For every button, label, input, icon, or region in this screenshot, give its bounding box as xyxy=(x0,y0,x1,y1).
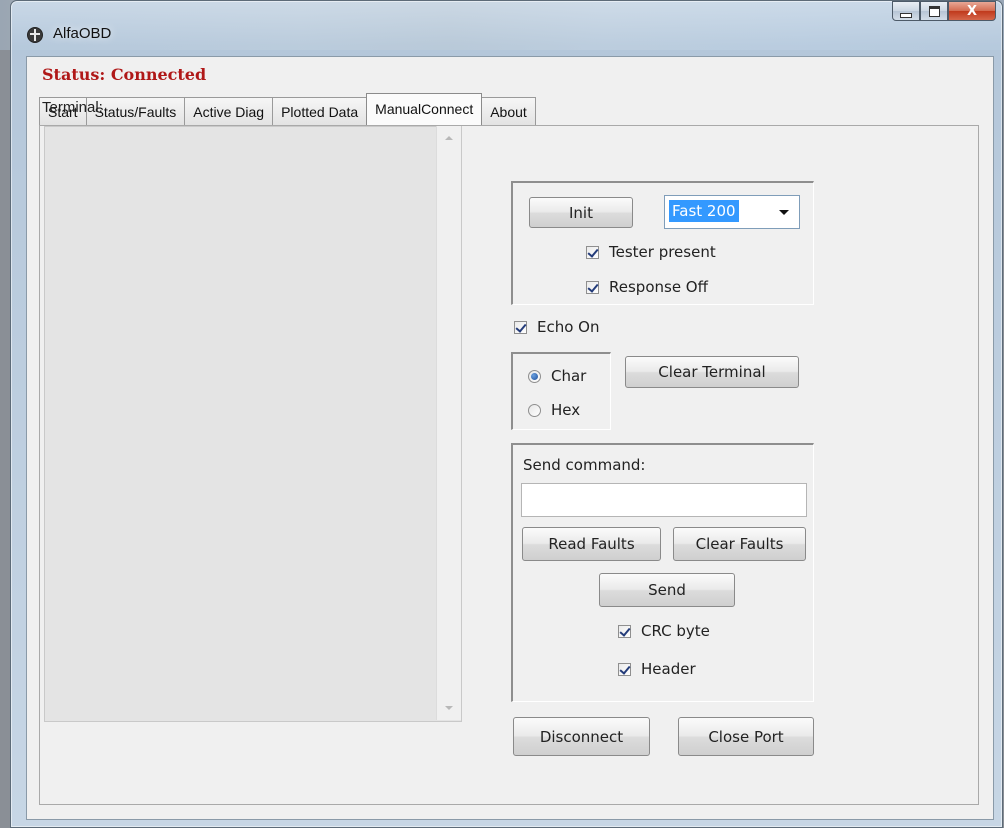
maximize-button[interactable] xyxy=(920,1,948,21)
radio-unselected-icon xyxy=(528,403,541,417)
tab-manual-connect[interactable]: ManualConnect xyxy=(366,93,483,125)
terminal-output[interactable] xyxy=(44,126,462,722)
checkbox-checked-icon xyxy=(514,320,527,334)
tab-strip: Start Status/Faults Active Diag Plotted … xyxy=(39,93,536,125)
terminal-scrollbar[interactable] xyxy=(436,126,461,720)
tab-plotted-data[interactable]: Plotted Data xyxy=(272,97,368,125)
header-checkbox[interactable]: Header xyxy=(618,660,696,678)
send-button[interactable]: Send xyxy=(599,573,735,607)
checkbox-checked-icon xyxy=(586,245,599,259)
char-label: Char xyxy=(551,367,587,385)
caption-buttons: X xyxy=(892,1,996,23)
title-bar[interactable]: AlfaOBD X xyxy=(11,1,1002,43)
checkbox-checked-icon xyxy=(618,662,631,676)
checkbox-checked-icon xyxy=(618,624,631,638)
char-radio[interactable]: Char xyxy=(528,367,586,385)
response-off-checkbox[interactable]: Response Off xyxy=(586,278,708,296)
checkbox-checked-icon xyxy=(586,280,599,294)
tab-active-diag[interactable]: Active Diag xyxy=(184,97,274,125)
close-button[interactable]: X xyxy=(948,1,996,21)
tester-present-checkbox[interactable]: Tester present xyxy=(586,243,716,261)
connection-status: Status: Connected xyxy=(42,65,207,84)
minimize-button[interactable] xyxy=(892,1,920,21)
speed-select-value: Fast 200 xyxy=(669,200,739,222)
close-port-button[interactable]: Close Port xyxy=(678,717,814,756)
send-command-label: Send command: xyxy=(523,456,646,474)
maximize-icon xyxy=(928,5,940,17)
command-input[interactable] xyxy=(521,483,807,517)
speed-select[interactable]: Fast 200 xyxy=(664,195,800,229)
tester-present-label: Tester present xyxy=(609,243,716,261)
chevron-down-icon[interactable] xyxy=(779,210,789,215)
read-faults-button[interactable]: Read Faults xyxy=(522,527,661,561)
crc-byte-checkbox[interactable]: CRC byte xyxy=(618,622,710,640)
disconnect-button[interactable]: Disconnect xyxy=(513,717,650,756)
hex-label: Hex xyxy=(551,401,581,419)
close-icon: X xyxy=(966,3,978,19)
scroll-down-icon[interactable] xyxy=(445,706,453,710)
echo-on-label: Echo On xyxy=(537,318,600,336)
clear-terminal-button[interactable]: Clear Terminal xyxy=(625,356,799,388)
terminal-label: Terminal: xyxy=(42,99,103,116)
header-label: Header xyxy=(641,660,696,678)
tab-about[interactable]: About xyxy=(481,97,536,125)
radio-selected-icon xyxy=(528,369,541,383)
clear-faults-button[interactable]: Clear Faults xyxy=(673,527,806,561)
response-off-label: Response Off xyxy=(609,278,708,296)
alfa-logo-icon[interactable] xyxy=(27,27,43,43)
window-title: AlfaOBD xyxy=(53,25,112,42)
minimize-icon xyxy=(900,12,912,18)
crc-byte-label: CRC byte xyxy=(641,622,710,640)
scroll-up-icon[interactable] xyxy=(445,136,453,140)
echo-on-checkbox[interactable]: Echo On xyxy=(514,318,600,336)
init-button[interactable]: Init xyxy=(529,197,633,228)
hex-radio[interactable]: Hex xyxy=(528,401,580,419)
